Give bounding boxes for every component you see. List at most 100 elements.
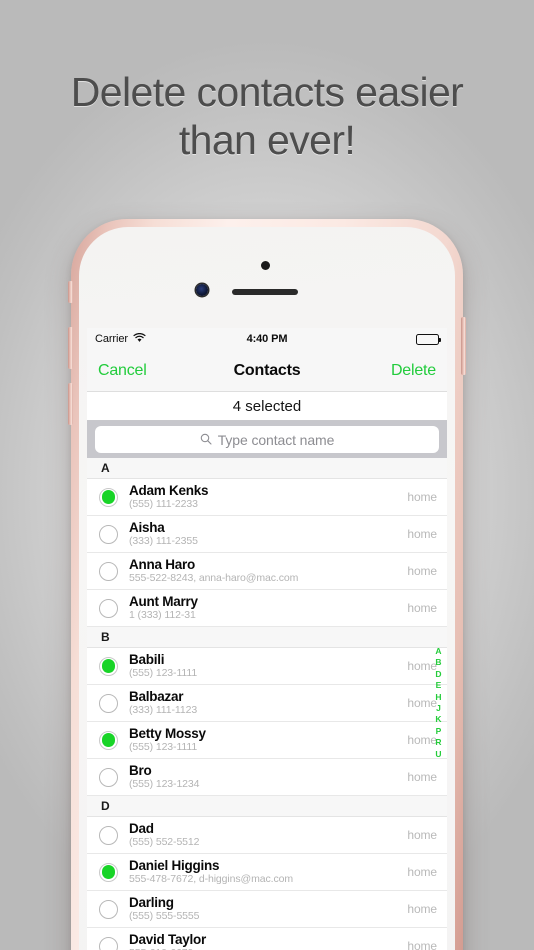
promo-headline: Delete contacts easier than ever! bbox=[0, 68, 534, 164]
alpha-index-letter-d[interactable]: D bbox=[435, 669, 441, 680]
alpha-index-letter-e[interactable]: E bbox=[436, 680, 442, 691]
contact-name: Darling bbox=[129, 895, 174, 911]
contact-row[interactable]: Dad (555) 552-5512 home bbox=[87, 817, 447, 854]
search-input[interactable]: Type contact name bbox=[95, 426, 439, 453]
checkbox-unchecked-icon[interactable] bbox=[99, 598, 118, 618]
alphabet-index[interactable]: ABDEHJKPRU bbox=[432, 646, 445, 760]
contact-text: Adam Kenks (555) 111-2233 bbox=[129, 483, 399, 511]
contact-text: Bro (555) 123-1234 bbox=[129, 763, 399, 791]
phone-bezel: Carrier 4:40 PM Cancel Contacts Delete 4… bbox=[79, 227, 455, 950]
contact-label: home bbox=[407, 865, 437, 879]
phone-screen: Carrier 4:40 PM Cancel Contacts Delete 4… bbox=[87, 328, 447, 950]
checkbox-unchecked-icon[interactable] bbox=[99, 524, 118, 544]
contact-name: Bro bbox=[129, 763, 152, 779]
contact-label: home bbox=[407, 939, 437, 950]
checkbox-unchecked-icon[interactable] bbox=[99, 936, 118, 950]
section-header-b: B bbox=[87, 627, 447, 648]
status-bar-right bbox=[416, 333, 442, 345]
contact-row[interactable]: Balbazar (333) 111-1123 home bbox=[87, 685, 447, 722]
contact-text: Anna Haro 555-522-8243, anna-haro@mac.com bbox=[129, 557, 399, 585]
contact-detail: 555-522-8243, anna-haro@mac.com bbox=[129, 573, 299, 585]
contacts-list[interactable]: A Adam Kenks (555) 111-2233 home Aisha (333) … bbox=[87, 458, 447, 950]
battery-full-icon bbox=[416, 333, 442, 345]
checkbox-checked-icon[interactable] bbox=[99, 487, 118, 507]
contact-row[interactable]: Adam Kenks (555) 111-2233 home bbox=[87, 479, 447, 516]
contact-detail: (555) 555-5555 bbox=[129, 911, 200, 923]
silent-switch-button[interactable] bbox=[68, 281, 73, 303]
contact-detail: 1 (333) 112-31 bbox=[129, 610, 196, 622]
power-button[interactable] bbox=[461, 317, 466, 375]
contact-name: Aisha bbox=[129, 520, 165, 536]
contact-name: Betty Mossy bbox=[129, 726, 206, 742]
contact-name: Dad bbox=[129, 821, 154, 837]
proximity-sensor-icon bbox=[261, 261, 270, 270]
contact-detail: (555) 111-2233 bbox=[129, 499, 198, 511]
contact-name: Daniel Higgins bbox=[129, 858, 220, 874]
section-header-d: D bbox=[87, 796, 447, 817]
contact-row[interactable]: Babili (555) 123-1111 home bbox=[87, 648, 447, 685]
checkbox-checked-icon[interactable] bbox=[99, 730, 118, 750]
search-icon bbox=[200, 432, 212, 448]
alpha-index-letter-p[interactable]: P bbox=[436, 726, 442, 737]
alpha-index-letter-h[interactable]: H bbox=[435, 692, 441, 703]
search-bar-container: Type contact name bbox=[87, 421, 447, 458]
contact-label: home bbox=[407, 564, 437, 578]
checkbox-checked-icon[interactable] bbox=[99, 656, 118, 676]
volume-up-button[interactable] bbox=[68, 327, 73, 369]
alpha-index-letter-r[interactable]: R bbox=[435, 737, 441, 748]
section-header-a: A bbox=[87, 458, 447, 479]
selected-count-bar: 4 selected bbox=[87, 391, 447, 421]
alpha-index-letter-a[interactable]: A bbox=[435, 646, 441, 657]
contact-name: Aunt Marry bbox=[129, 594, 198, 610]
contact-detail: 555-478-7672, d-higgins@mac.com bbox=[129, 874, 293, 886]
contact-row[interactable]: Betty Mossy (555) 123-1111 home bbox=[87, 722, 447, 759]
contact-detail: (333) 111-2355 bbox=[129, 536, 198, 548]
delete-button[interactable]: Delete bbox=[391, 362, 436, 380]
contact-text: Aisha (333) 111-2355 bbox=[129, 520, 399, 548]
checkbox-checked-icon[interactable] bbox=[99, 862, 118, 882]
contact-text: David Taylor555-610-6679 bbox=[129, 932, 399, 950]
contact-text: Balbazar (333) 111-1123 bbox=[129, 689, 399, 717]
earpiece-speaker-icon bbox=[232, 289, 298, 295]
alpha-index-letter-b[interactable]: B bbox=[435, 657, 441, 668]
contact-row[interactable]: Aisha (333) 111-2355 home bbox=[87, 516, 447, 553]
status-bar-clock: 4:40 PM bbox=[246, 333, 288, 345]
contact-text: Dad (555) 552-5512 bbox=[129, 821, 399, 849]
alpha-index-letter-u[interactable]: U bbox=[435, 749, 441, 760]
volume-down-button[interactable] bbox=[68, 383, 73, 425]
contact-name: Anna Haro bbox=[129, 557, 196, 573]
contact-text: Betty Mossy (555) 123-1111 bbox=[129, 726, 399, 754]
contact-row[interactable]: David Taylor555-610-6679 home bbox=[87, 928, 447, 950]
headline-line-2: than ever! bbox=[178, 117, 356, 163]
contact-row[interactable]: Bro (555) 123-1234 home bbox=[87, 759, 447, 796]
selected-count-label: 4 selected bbox=[232, 397, 302, 415]
contact-text: Babili (555) 123-1111 bbox=[129, 652, 399, 680]
contact-text: Aunt Marry 1 (333) 112-31 bbox=[129, 594, 399, 622]
contact-row[interactable]: Daniel Higgins 555-478-7672, d-higgins@ma… bbox=[87, 854, 447, 891]
checkbox-unchecked-icon[interactable] bbox=[99, 825, 118, 845]
checkbox-unchecked-icon[interactable] bbox=[99, 899, 118, 919]
alpha-index-letter-j[interactable]: J bbox=[436, 703, 441, 714]
contact-row[interactable]: Anna Haro 555-522-8243, anna-haro@mac.com… bbox=[87, 553, 447, 590]
contact-name: Babili bbox=[129, 652, 165, 668]
headline-line-1: Delete contacts easier bbox=[70, 69, 464, 115]
alpha-index-letter-k[interactable]: K bbox=[435, 714, 441, 725]
contact-label: home bbox=[407, 902, 437, 916]
contact-text: Darling (555) 555-5555 bbox=[129, 895, 399, 923]
checkbox-unchecked-icon[interactable] bbox=[99, 561, 118, 581]
contact-name: Adam Kenks bbox=[129, 483, 209, 499]
contact-row[interactable]: Aunt Marry 1 (333) 112-31 home bbox=[87, 590, 447, 627]
contact-label: home bbox=[407, 601, 437, 615]
contact-detail: (555) 123-1234 bbox=[129, 779, 200, 791]
contact-name: David Taylor bbox=[129, 932, 207, 948]
checkbox-unchecked-icon[interactable] bbox=[99, 767, 118, 787]
cancel-button[interactable]: Cancel bbox=[98, 362, 147, 380]
checkbox-unchecked-icon[interactable] bbox=[99, 693, 118, 713]
contact-text: Daniel Higgins 555-478-7672, d-higgins@ma… bbox=[129, 858, 399, 886]
contact-label: home bbox=[407, 828, 437, 842]
contact-detail: (555) 123-1111 bbox=[129, 668, 198, 680]
contact-row[interactable]: Darling (555) 555-5555 home bbox=[87, 891, 447, 928]
contact-label: home bbox=[407, 490, 437, 504]
contacts-list-body: A Adam Kenks (555) 111-2233 home Aisha (333) … bbox=[87, 458, 447, 950]
front-camera-icon bbox=[196, 284, 208, 296]
